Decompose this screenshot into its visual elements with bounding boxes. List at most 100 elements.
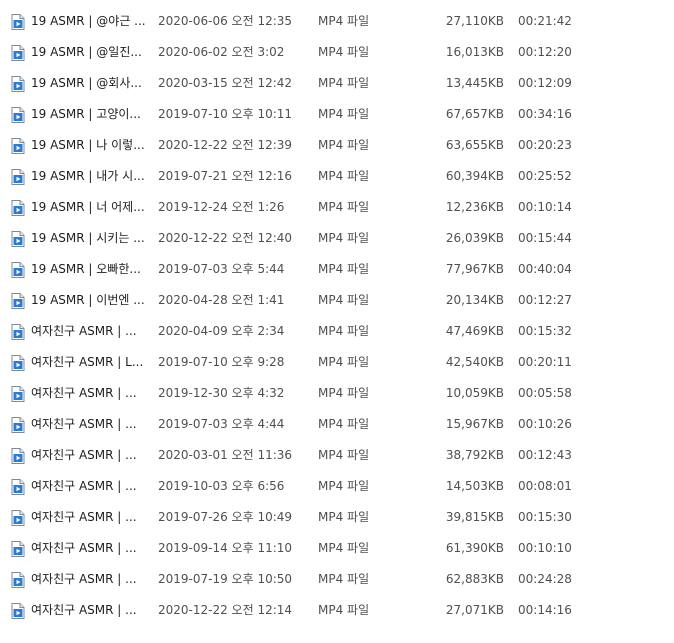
file-row[interactable]: 여자친구 ASMR | ... 2019-07-19 오후 10:50 MP4 … [0,564,674,595]
file-name[interactable]: 19 ASMR | 시키는 ... [31,223,149,254]
file-name[interactable]: 여자친구 ASMR | ... [31,378,149,409]
file-name[interactable]: 19 ASMR | 내가 시... [31,161,149,192]
mp4-file-icon [11,169,25,185]
file-modified-date: 2019-07-19 오후 10:50 [158,572,293,586]
file-type: MP4 파일 [318,45,370,59]
file-row[interactable]: 여자친구 ASMR | ... 2019-07-03 오후 4:44 MP4 파… [0,409,674,440]
mp4-file-icon [11,45,25,61]
file-type: MP4 파일 [318,572,370,586]
file-name[interactable]: 여자친구 ASMR | ... [31,440,149,471]
file-row[interactable]: 19 ASMR | @야근 ... 2020-06-06 오전 12:35 MP… [0,6,674,37]
file-modified-date: 2019-07-10 오후 10:11 [158,107,293,121]
file-row[interactable]: 19 ASMR | 이번엔 ... 2020-04-28 오전 1:41 MP4… [0,285,674,316]
file-row[interactable]: 여자친구 ASMR | ... 2020-12-22 오전 12:14 MP4 … [0,595,674,626]
file-length: 00:40:04 [518,262,572,276]
file-name[interactable]: 19 ASMR | @야근 ... [31,6,149,37]
file-type: MP4 파일 [318,603,370,617]
file-length: 00:21:42 [518,14,572,28]
file-name[interactable]: 여자친구 ASMR | ... [31,502,149,533]
file-modified-date: 2019-07-10 오후 9:28 [158,355,285,369]
file-row[interactable]: 여자친구 ASMR | ... 2019-12-30 오후 4:32 MP4 파… [0,378,674,409]
file-modified-date: 2019-12-30 오후 4:32 [158,386,285,400]
file-row[interactable]: 여자친구 ASMR | ... 2019-10-03 오후 6:56 MP4 파… [0,471,674,502]
file-row[interactable]: 19 ASMR | 너 어제... 2019-12-24 오전 1:26 MP4… [0,192,674,223]
file-type: MP4 파일 [318,324,370,338]
file-row[interactable]: 여자친구 ASMR | ... 2020-03-01 오전 11:36 MP4 … [0,440,674,471]
file-modified-date: 2019-07-03 오후 4:44 [158,417,285,431]
file-type: MP4 파일 [318,76,370,90]
file-name[interactable]: 19 ASMR | @일진... [31,37,149,68]
file-row[interactable]: 여자친구 ASMR | ... 2019-07-26 오후 10:49 MP4 … [0,502,674,533]
file-row[interactable]: 19 ASMR | 고양이... 2019-07-10 오후 10:11 MP4… [0,99,674,130]
mp4-file-icon [11,603,25,619]
file-modified-date: 2019-10-03 오후 6:56 [158,479,285,493]
file-row[interactable]: 여자친구 ASMR | ... 2020-04-09 오후 2:34 MP4 파… [0,316,674,347]
file-type: MP4 파일 [318,479,370,493]
file-type: MP4 파일 [318,107,370,121]
file-name[interactable]: 여자친구 ASMR | ... [31,409,149,440]
file-length: 00:24:28 [518,572,572,586]
file-length: 00:15:30 [518,510,572,524]
file-type: MP4 파일 [318,386,370,400]
file-size: 16,013KB [445,45,504,59]
mp4-file-icon [11,324,25,340]
file-length: 00:08:01 [518,479,572,493]
mp4-file-icon [11,262,25,278]
file-modified-date: 2019-09-14 오후 11:10 [158,541,293,555]
file-row[interactable]: 19 ASMR | 나 이렇... 2020-12-22 오전 12:39 MP… [0,130,674,161]
file-size: 26,039KB [445,231,504,245]
file-size: 42,540KB [445,355,504,369]
file-name[interactable]: 여자친구 ASMR | L... [31,347,149,378]
file-name[interactable]: 여자친구 ASMR | ... [31,595,149,626]
mp4-file-icon [11,76,25,92]
file-type: MP4 파일 [318,14,370,28]
file-row[interactable]: 여자친구 ASMR | L... 2019-07-10 오후 9:28 MP4 … [0,347,674,378]
file-length: 00:15:44 [518,231,572,245]
file-size: 10,059KB [445,386,504,400]
file-name[interactable]: 19 ASMR | 오빠한... [31,254,149,285]
file-size: 38,792KB [445,448,504,462]
file-name[interactable]: 19 ASMR | 너 어제... [31,192,149,223]
file-length: 00:25:52 [518,169,572,183]
file-length: 00:20:11 [518,355,572,369]
file-type: MP4 파일 [318,231,370,245]
file-row[interactable]: 19 ASMR | 내가 시... 2019-07-21 오전 12:16 MP… [0,161,674,192]
file-name[interactable]: 여자친구 ASMR | ... [31,471,149,502]
mp4-file-icon [11,541,25,557]
file-name[interactable]: 여자친구 ASMR | ... [31,564,149,595]
file-type: MP4 파일 [318,200,370,214]
file-name[interactable]: 19 ASMR | 이번엔 ... [31,285,149,316]
file-modified-date: 2020-12-22 오전 12:40 [158,231,293,245]
file-row[interactable]: 19 ASMR | @회사... 2020-03-15 오전 12:42 MP4… [0,68,674,99]
file-size: 12,236KB [445,200,504,214]
file-size: 77,967KB [445,262,504,276]
file-row[interactable]: 19 ASMR | 시키는 ... 2020-12-22 오전 12:40 MP… [0,223,674,254]
file-name[interactable]: 19 ASMR | 나 이렇... [31,130,149,161]
file-name[interactable]: 여자친구 ASMR | ... [31,316,149,347]
file-modified-date: 2019-12-24 오전 1:26 [158,200,285,214]
mp4-file-icon [11,572,25,588]
mp4-file-icon [11,479,25,495]
file-length: 00:20:23 [518,138,572,152]
file-row[interactable]: 19 ASMR | @일진... 2020-06-02 오전 3:02 MP4 … [0,37,674,68]
file-name[interactable]: 여자친구 ASMR | ... [31,533,149,564]
file-length: 00:10:26 [518,417,572,431]
file-length: 00:12:43 [518,448,572,462]
file-length: 00:10:14 [518,200,572,214]
file-size: 13,445KB [445,76,504,90]
file-length: 00:14:16 [518,603,572,617]
file-type: MP4 파일 [318,293,370,307]
mp4-file-icon [11,417,25,433]
file-name[interactable]: 19 ASMR | 고양이... [31,99,149,130]
file-modified-date: 2020-03-01 오전 11:36 [158,448,293,462]
file-name[interactable]: 19 ASMR | @회사... [31,68,149,99]
file-row[interactable]: 19 ASMR | 오빠한... 2019-07-03 오후 5:44 MP4 … [0,254,674,285]
file-row[interactable]: 여자친구 ASMR | ... 2019-09-14 오후 11:10 MP4 … [0,533,674,564]
file-size: 60,394KB [445,169,504,183]
file-modified-date: 2019-07-21 오전 12:16 [158,169,293,183]
file-size: 14,503KB [445,479,504,493]
file-modified-date: 2020-06-02 오전 3:02 [158,45,285,59]
mp4-file-icon [11,355,25,371]
file-size: 61,390KB [445,541,504,555]
file-type: MP4 파일 [318,169,370,183]
